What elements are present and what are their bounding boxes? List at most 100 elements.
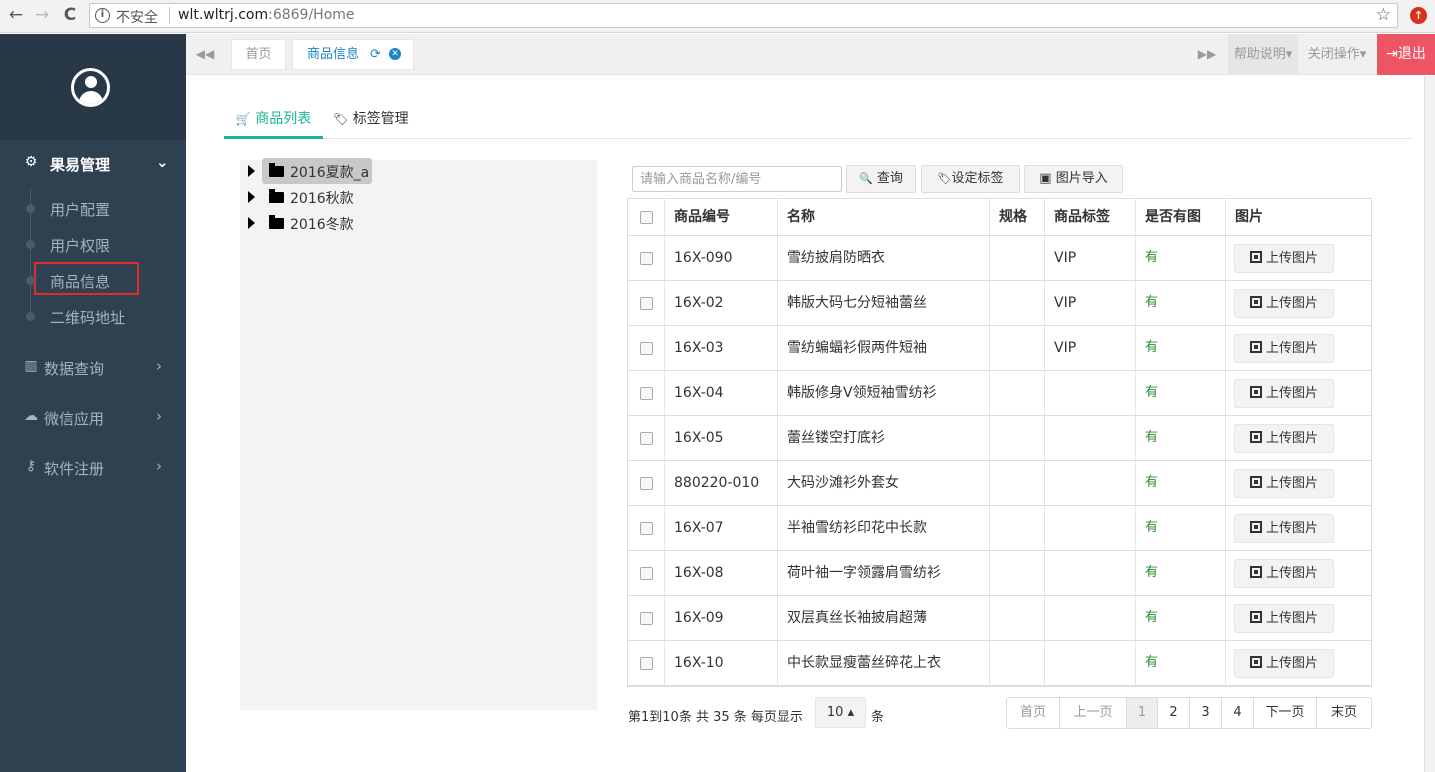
row-checkbox[interactable]: [640, 477, 653, 490]
tab-goods-info[interactable]: 商品信息 ⟳ ✕: [292, 39, 414, 70]
tab-goods-list[interactable]: 🛒 商品列表: [224, 103, 323, 139]
upload-image-button[interactable]: 上传图片: [1234, 514, 1334, 543]
sidebar-item-user-config[interactable]: 用户配置: [0, 193, 186, 223]
table-row[interactable]: 16X-02 韩版大码七分短袖蕾丝 VIP 有 上传图片: [628, 281, 1371, 326]
page-3[interactable]: 3: [1190, 698, 1222, 728]
refresh-icon[interactable]: ⟳: [370, 40, 381, 69]
sidebar-item-goods-info[interactable]: 商品信息: [0, 262, 186, 295]
sidebar: ⚙ 果易管理 ⌄ 用户配置 用户权限 商品信息 二维码地址 ▥ 数据查询 › ☁…: [0, 34, 186, 772]
menu-data-query[interactable]: ▥ 数据查询 ›: [0, 348, 186, 388]
upload-label: 上传图片: [1265, 386, 1318, 401]
tab-home[interactable]: 首页: [231, 39, 286, 70]
cell-image: 上传图片: [1226, 596, 1371, 640]
upload-image-button[interactable]: 上传图片: [1234, 424, 1334, 453]
column-header[interactable]: 图片: [1226, 199, 1371, 235]
column-header[interactable]: 是否有图: [1136, 199, 1226, 235]
upload-image-button[interactable]: 上传图片: [1234, 469, 1334, 498]
url-text[interactable]: wlt.wltrj.com:6869/Home: [178, 7, 355, 23]
cell-spec: [990, 281, 1045, 325]
upload-image-button[interactable]: 上传图片: [1234, 334, 1334, 363]
image-import-button[interactable]: ▣ 图片导入: [1024, 165, 1123, 193]
address-bar[interactable]: i 不安全 wlt.wltrj.com:6869/Home ☆: [89, 3, 1398, 28]
row-checkbox[interactable]: [640, 342, 653, 355]
page-next[interactable]: 下一页: [1254, 698, 1317, 728]
upload-image-button[interactable]: 上传图片: [1234, 289, 1334, 318]
row-checkbox[interactable]: [640, 522, 653, 535]
row-checkbox[interactable]: [640, 432, 653, 445]
column-header[interactable]: 规格: [990, 199, 1045, 235]
page-size-select[interactable]: 10 ▴: [815, 697, 866, 728]
help-dropdown[interactable]: 帮助说明▾: [1228, 34, 1298, 75]
checkbox-cell: [628, 461, 665, 505]
reload-icon[interactable]: C: [60, 5, 80, 25]
table-row[interactable]: 16X-09 双层真丝长袖披肩超薄 有 上传图片: [628, 596, 1371, 641]
page-prev[interactable]: 上一页: [1060, 698, 1127, 728]
bookmark-star-icon[interactable]: ☆: [1376, 5, 1391, 25]
forward-icon[interactable]: →: [32, 5, 52, 25]
extension-icon[interactable]: ↑: [1410, 7, 1427, 24]
cell-name: 雪纺披肩防晒衣: [778, 236, 990, 280]
checkbox-cell: [628, 371, 665, 415]
row-checkbox[interactable]: [640, 252, 653, 265]
tab-scroll-right-icon[interactable]: ▶▶: [1188, 34, 1226, 75]
close-icon[interactable]: ✕: [389, 48, 401, 60]
tab-tag-manage[interactable]: 🏷 标签管理: [333, 103, 423, 139]
upload-label: 上传图片: [1265, 566, 1318, 581]
page-scrollbar[interactable]: [1424, 76, 1435, 772]
table-row[interactable]: 16X-05 蕾丝镂空打底衫 有 上传图片: [628, 416, 1371, 461]
menu-guoyi[interactable]: ⚙ 果易管理 ⌄: [0, 144, 186, 184]
cell-image: 上传图片: [1226, 641, 1371, 685]
search-input[interactable]: [632, 166, 842, 192]
close-ops-dropdown[interactable]: 关闭操作▾: [1302, 34, 1372, 75]
upload-image-button[interactable]: 上传图片: [1234, 559, 1334, 588]
page-last[interactable]: 末页: [1317, 698, 1371, 728]
expand-triangle-icon[interactable]: [248, 217, 255, 229]
table-row[interactable]: 16X-07 半袖雪纺衫印花中长款 有 上传图片: [628, 506, 1371, 551]
page-first[interactable]: 首页: [1007, 698, 1060, 728]
expand-triangle-icon[interactable]: [248, 191, 255, 203]
table-row[interactable]: 16X-04 韩版修身V领短袖雪纺衫 有 上传图片: [628, 371, 1371, 416]
cell-has-image: 有: [1136, 236, 1226, 280]
set-tag-button[interactable]: 🏷设定标签: [921, 165, 1020, 193]
upload-image-button[interactable]: 上传图片: [1234, 604, 1334, 633]
row-checkbox[interactable]: [640, 612, 653, 625]
row-checkbox[interactable]: [640, 657, 653, 670]
menu-software-register[interactable]: ⚷ 软件注册 ›: [0, 448, 186, 488]
folder-icon: [269, 163, 284, 177]
upload-label: 上传图片: [1265, 431, 1318, 446]
upload-image-button[interactable]: 上传图片: [1234, 244, 1334, 273]
row-checkbox[interactable]: [640, 297, 653, 310]
cell-has-image: 有: [1136, 281, 1226, 325]
column-header[interactable]: 商品编号: [665, 199, 778, 235]
table-row[interactable]: 16X-10 中长款显瘦蕾丝碎花上衣 有 上传图片: [628, 641, 1371, 686]
page-1[interactable]: 1: [1127, 698, 1158, 728]
sidebar-item-label: 商品信息: [50, 273, 111, 291]
page-2[interactable]: 2: [1158, 698, 1190, 728]
table-row[interactable]: 16X-03 雪纺蝙蝠衫假两件短袖 VIP 有 上传图片: [628, 326, 1371, 371]
sidebar-item-qrcode[interactable]: 二维码地址: [0, 301, 186, 331]
row-checkbox[interactable]: [640, 567, 653, 580]
menu-wechat[interactable]: ☁ 微信应用 ›: [0, 398, 186, 438]
tab-label: 商品信息: [307, 47, 360, 62]
checkbox-cell: [628, 326, 665, 370]
info-icon[interactable]: i: [95, 8, 110, 23]
cell-tag: [1045, 551, 1136, 595]
expand-triangle-icon[interactable]: [248, 165, 255, 177]
table-row[interactable]: 16X-090 雪纺披肩防晒衣 VIP 有 上传图片: [628, 236, 1371, 281]
back-icon[interactable]: ←: [6, 5, 26, 25]
row-checkbox[interactable]: [640, 387, 653, 400]
cell-tag: [1045, 416, 1136, 460]
tab-scroll-left-icon[interactable]: ◀◀: [186, 34, 224, 75]
table-row[interactable]: 16X-08 荷叶袖一字领露肩雪纺衫 有 上传图片: [628, 551, 1371, 596]
select-all-checkbox[interactable]: [640, 211, 653, 224]
table-row[interactable]: 880220-010 大码沙滩衫外套女 有 上传图片: [628, 461, 1371, 506]
page-4[interactable]: 4: [1222, 698, 1254, 728]
upload-image-button[interactable]: 上传图片: [1234, 649, 1334, 678]
logout-button[interactable]: ⇥退出: [1377, 34, 1435, 75]
column-header[interactable]: 名称: [778, 199, 990, 235]
sidebar-item-user-permission[interactable]: 用户权限: [0, 229, 186, 259]
avatar[interactable]: [71, 68, 110, 107]
column-header[interactable]: 商品标签: [1045, 199, 1136, 235]
query-button[interactable]: 🔍 查询: [846, 165, 916, 193]
upload-image-button[interactable]: 上传图片: [1234, 379, 1334, 408]
